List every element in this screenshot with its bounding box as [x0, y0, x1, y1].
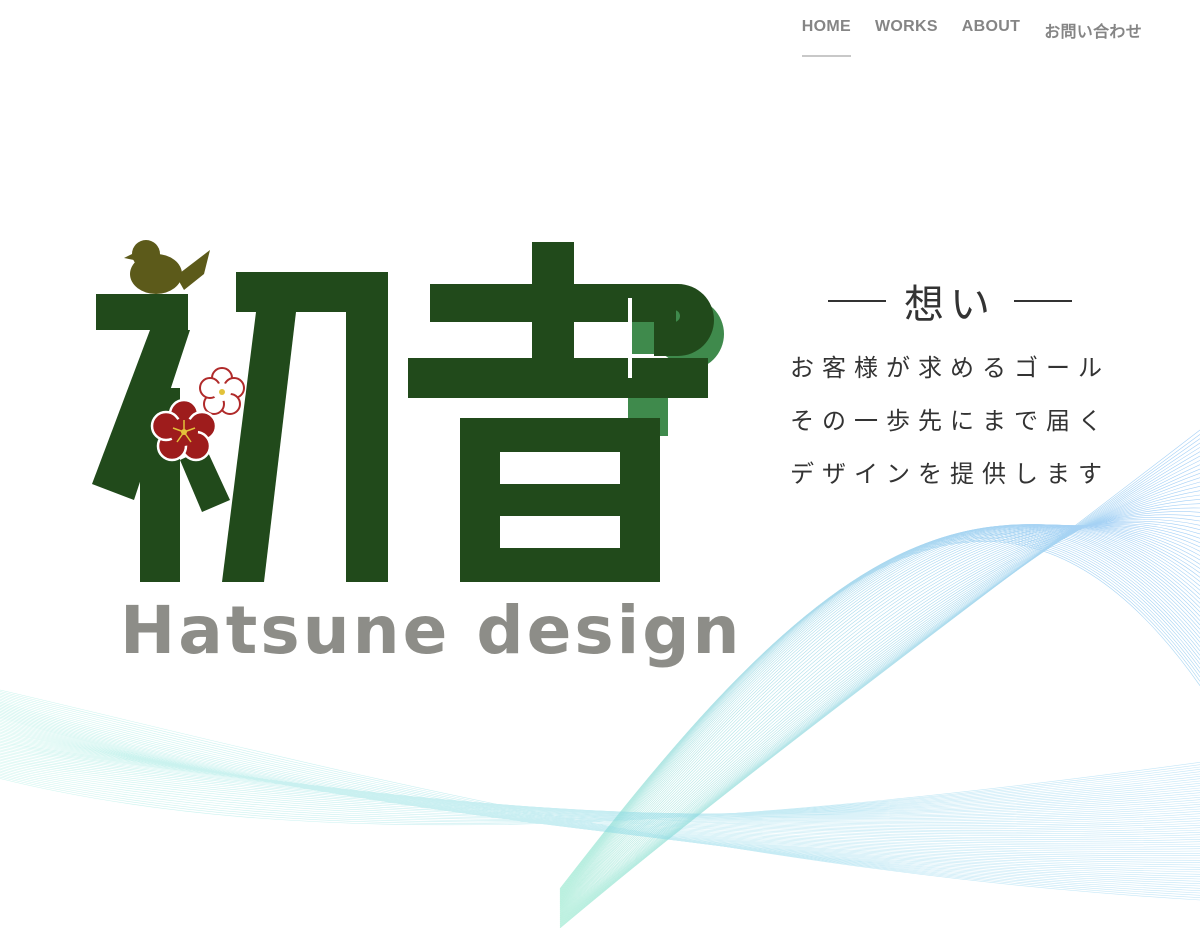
logo-kanji-on	[408, 242, 724, 582]
plum-blossom-white-icon	[199, 367, 245, 415]
heading-dash-left	[828, 300, 886, 302]
nav-contact[interactable]: お問い合わせ	[1044, 18, 1142, 48]
logo-kanji-sho	[92, 272, 388, 582]
concept-heading-text: 想い	[904, 282, 996, 328]
heading-dash-right	[1014, 300, 1072, 302]
nav-home[interactable]: HOME	[801, 18, 852, 57]
concept-line-3: デザインを提供します	[790, 460, 1110, 488]
logo-wordmark: Hatsune design	[120, 592, 743, 669]
main-nav: HOME WORKS ABOUT お問い合わせ	[801, 18, 1142, 57]
concept-line-1: お客様が求めるゴール	[790, 354, 1110, 382]
concept-lines: お客様が求めるゴール その一歩先にまで届く デザインを提供します	[770, 354, 1130, 489]
concept-line-2: その一歩先にまで届く	[790, 407, 1110, 435]
nav-works[interactable]: WORKS	[875, 18, 938, 48]
bird-icon	[124, 240, 210, 294]
concept-heading: 想い	[770, 272, 1130, 330]
concept-section: 想い お客様が求めるゴール その一歩先にまで届く デザインを提供します	[770, 272, 1130, 489]
nav-about[interactable]: ABOUT	[962, 18, 1020, 48]
